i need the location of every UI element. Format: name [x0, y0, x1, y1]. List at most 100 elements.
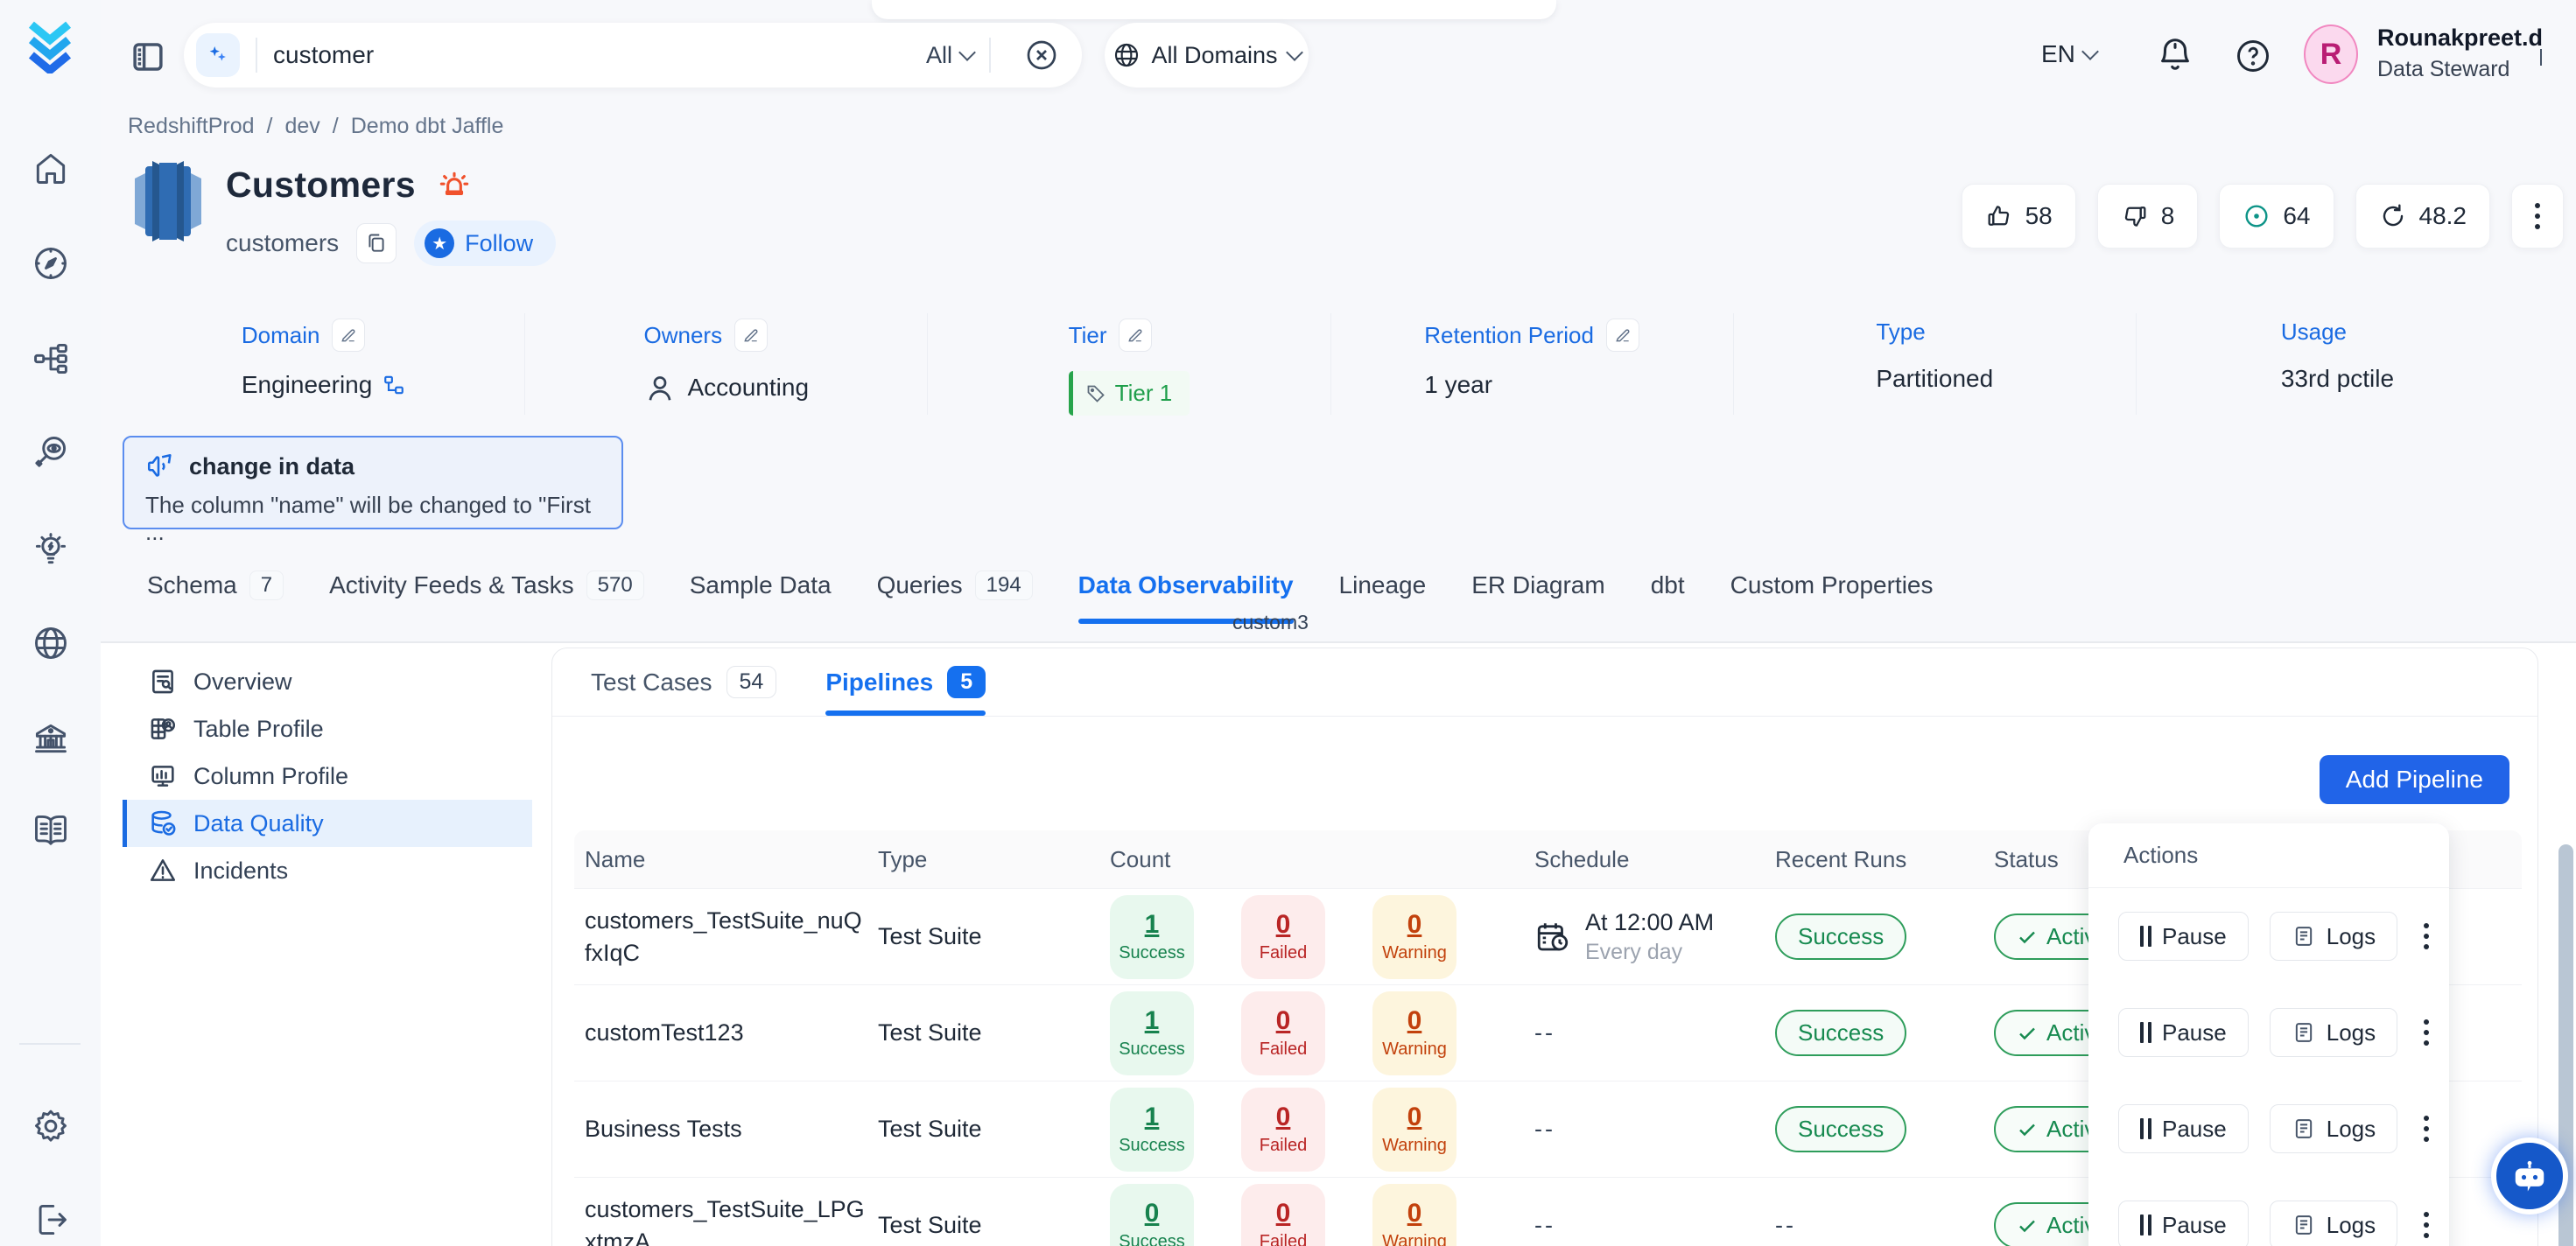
- logout-icon[interactable]: [32, 1200, 70, 1239]
- logs-button[interactable]: Logs: [2270, 1008, 2397, 1057]
- tab-activity-feeds[interactable]: Activity Feeds & Tasks570: [329, 570, 644, 604]
- pipeline-name[interactable]: Business Tests: [585, 1113, 865, 1144]
- user-avatar[interactable]: R: [2304, 24, 2358, 84]
- tab-count: 570: [586, 570, 644, 600]
- recent-run-badge: Success: [1775, 1106, 1906, 1152]
- chat-bot-button[interactable]: [2491, 1138, 2568, 1214]
- language-selector[interactable]: EN: [2041, 40, 2096, 68]
- sidebar-toggle-icon[interactable]: [130, 38, 166, 75]
- failed-count-chip[interactable]: 0Failed: [1241, 895, 1325, 979]
- edit-retention-button[interactable]: [1606, 318, 1639, 352]
- metadata-retention: Retention Period 1 year: [1330, 313, 1733, 415]
- sidenav-item-incidents[interactable]: Incidents: [123, 847, 532, 894]
- pause-button[interactable]: Pause: [2118, 1104, 2249, 1153]
- score-button[interactable]: 64: [2219, 184, 2334, 248]
- home-icon[interactable]: [32, 149, 70, 187]
- user-menu-chevron-icon[interactable]: [2540, 49, 2542, 65]
- calendar-clock-icon: [1534, 919, 1571, 956]
- pause-button[interactable]: Pause: [2118, 912, 2249, 961]
- app-logo[interactable]: [23, 19, 77, 74]
- settings-gear-icon[interactable]: [32, 1107, 70, 1145]
- edit-owners-button[interactable]: [734, 318, 768, 352]
- domain-filter-dropdown[interactable]: All Domains: [1105, 23, 1309, 88]
- downvote-button[interactable]: 8: [2097, 184, 2199, 248]
- failed-count-chip[interactable]: 0Failed: [1241, 991, 1325, 1075]
- explore-compass-icon[interactable]: [32, 244, 70, 283]
- search-divider: [989, 38, 991, 73]
- glossary-book-icon[interactable]: [32, 811, 70, 850]
- copy-name-button[interactable]: [356, 223, 397, 263]
- add-pipeline-button[interactable]: Add Pipeline: [2320, 755, 2509, 804]
- tab-er-diagram[interactable]: ER Diagram: [1471, 571, 1604, 603]
- subtab-pipelines[interactable]: Pipelines 5: [825, 648, 986, 716]
- domains-sitemap-icon[interactable]: [32, 340, 70, 378]
- refresh-icon: [2379, 202, 2407, 230]
- pause-button[interactable]: Pause: [2118, 1200, 2249, 1246]
- warning-count-chip[interactable]: 0Warning: [1372, 1088, 1456, 1172]
- user-role: Data Steward: [2377, 57, 2543, 82]
- sidenav-item-overview[interactable]: Overview: [123, 658, 532, 705]
- row-kebab-icon[interactable]: [2424, 1212, 2429, 1238]
- notifications-bell-icon[interactable]: [2155, 35, 2195, 75]
- warning-count-chip[interactable]: 0Warning: [1372, 991, 1456, 1075]
- user-name: Rounakpreet.d: [2377, 24, 2543, 52]
- row-kebab-icon[interactable]: [2424, 923, 2429, 949]
- search-input[interactable]: [273, 41, 926, 69]
- search-clear-icon[interactable]: [1024, 38, 1059, 73]
- domain-value: Engineering: [242, 371, 372, 399]
- observability-icon[interactable]: [32, 433, 70, 472]
- edit-tier-button[interactable]: [1119, 318, 1152, 352]
- upvote-button[interactable]: 58: [1962, 184, 2076, 248]
- breadcrumb: RedshiftProd / dev / Demo dbt Jaffle: [128, 114, 503, 139]
- success-count-chip[interactable]: 0Success: [1110, 1184, 1194, 1246]
- tab-lineage[interactable]: Lineage: [1339, 571, 1427, 603]
- success-count-chip[interactable]: 1Success: [1110, 991, 1194, 1075]
- tab-sample-data[interactable]: Sample Data: [690, 571, 832, 603]
- logs-button[interactable]: Logs: [2270, 1200, 2397, 1246]
- pipeline-name[interactable]: customers_TestSuite_nuQfxIqC: [585, 905, 865, 969]
- pipeline-name[interactable]: customers_TestSuite_LPGxtmzA: [585, 1194, 865, 1246]
- announcement-card[interactable]: change in data The column "name" will be…: [123, 436, 623, 529]
- row-kebab-icon[interactable]: [2424, 1019, 2429, 1046]
- tab-queries[interactable]: Queries194: [877, 570, 1033, 604]
- pause-button[interactable]: Pause: [2118, 1008, 2249, 1057]
- insights-bulb-icon[interactable]: [32, 530, 70, 569]
- sidenav-item-data-quality[interactable]: Data Quality: [123, 800, 532, 847]
- failed-count-chip[interactable]: 0Failed: [1241, 1184, 1325, 1246]
- tab-custom-properties[interactable]: Custom Properties: [1730, 571, 1934, 603]
- pipeline-name[interactable]: customTest123: [585, 1017, 865, 1048]
- edit-domain-button[interactable]: [332, 318, 365, 352]
- govern-bank-icon[interactable]: [32, 719, 70, 758]
- warning-count-chip[interactable]: 0Warning: [1372, 1184, 1456, 1246]
- sidenav-item-table-profile[interactable]: Table Profile: [123, 705, 532, 752]
- tab-data-observability[interactable]: Data Observability: [1078, 571, 1294, 603]
- globe-icon[interactable]: [32, 624, 70, 662]
- sidenav-item-column-profile[interactable]: Column Profile: [123, 752, 532, 800]
- search-scope-dropdown[interactable]: All: [926, 42, 973, 69]
- follow-button[interactable]: ★ Follow: [414, 220, 556, 266]
- row-kebab-icon[interactable]: [2424, 1116, 2429, 1142]
- user-menu[interactable]: Rounakpreet.d Data Steward: [2377, 24, 2543, 82]
- col-type: Type: [867, 846, 1099, 873]
- subtab-test-cases[interactable]: Test Cases 54: [591, 648, 776, 716]
- ai-sparkle-icon[interactable]: [196, 33, 240, 77]
- success-count-chip[interactable]: 1Success: [1110, 895, 1194, 979]
- logs-button[interactable]: Logs: [2270, 912, 2397, 961]
- breadcrumb-item[interactable]: Demo dbt Jaffle: [351, 114, 504, 139]
- more-actions-button[interactable]: [2511, 184, 2564, 248]
- pipelines-count: 5: [947, 666, 986, 698]
- warning-count-chip[interactable]: 0Warning: [1372, 895, 1456, 979]
- metadata-type: Type Partitioned: [1733, 313, 2136, 415]
- refresh-metric-button[interactable]: 48.2: [2355, 184, 2491, 248]
- help-icon[interactable]: [2234, 37, 2272, 75]
- col-recent-runs: Recent Runs: [1765, 846, 1983, 873]
- breadcrumb-item[interactable]: RedshiftProd: [128, 114, 255, 139]
- failed-count-chip[interactable]: 0Failed: [1241, 1088, 1325, 1172]
- tab-dbt[interactable]: dbt: [1651, 571, 1685, 603]
- global-search-bar: All: [184, 23, 1082, 88]
- tab-schema[interactable]: Schema7: [147, 570, 284, 604]
- breadcrumb-item[interactable]: dev: [284, 114, 319, 139]
- success-count-chip[interactable]: 1Success: [1110, 1088, 1194, 1172]
- type-value: Partitioned: [1876, 365, 1993, 393]
- logs-button[interactable]: Logs: [2270, 1104, 2397, 1153]
